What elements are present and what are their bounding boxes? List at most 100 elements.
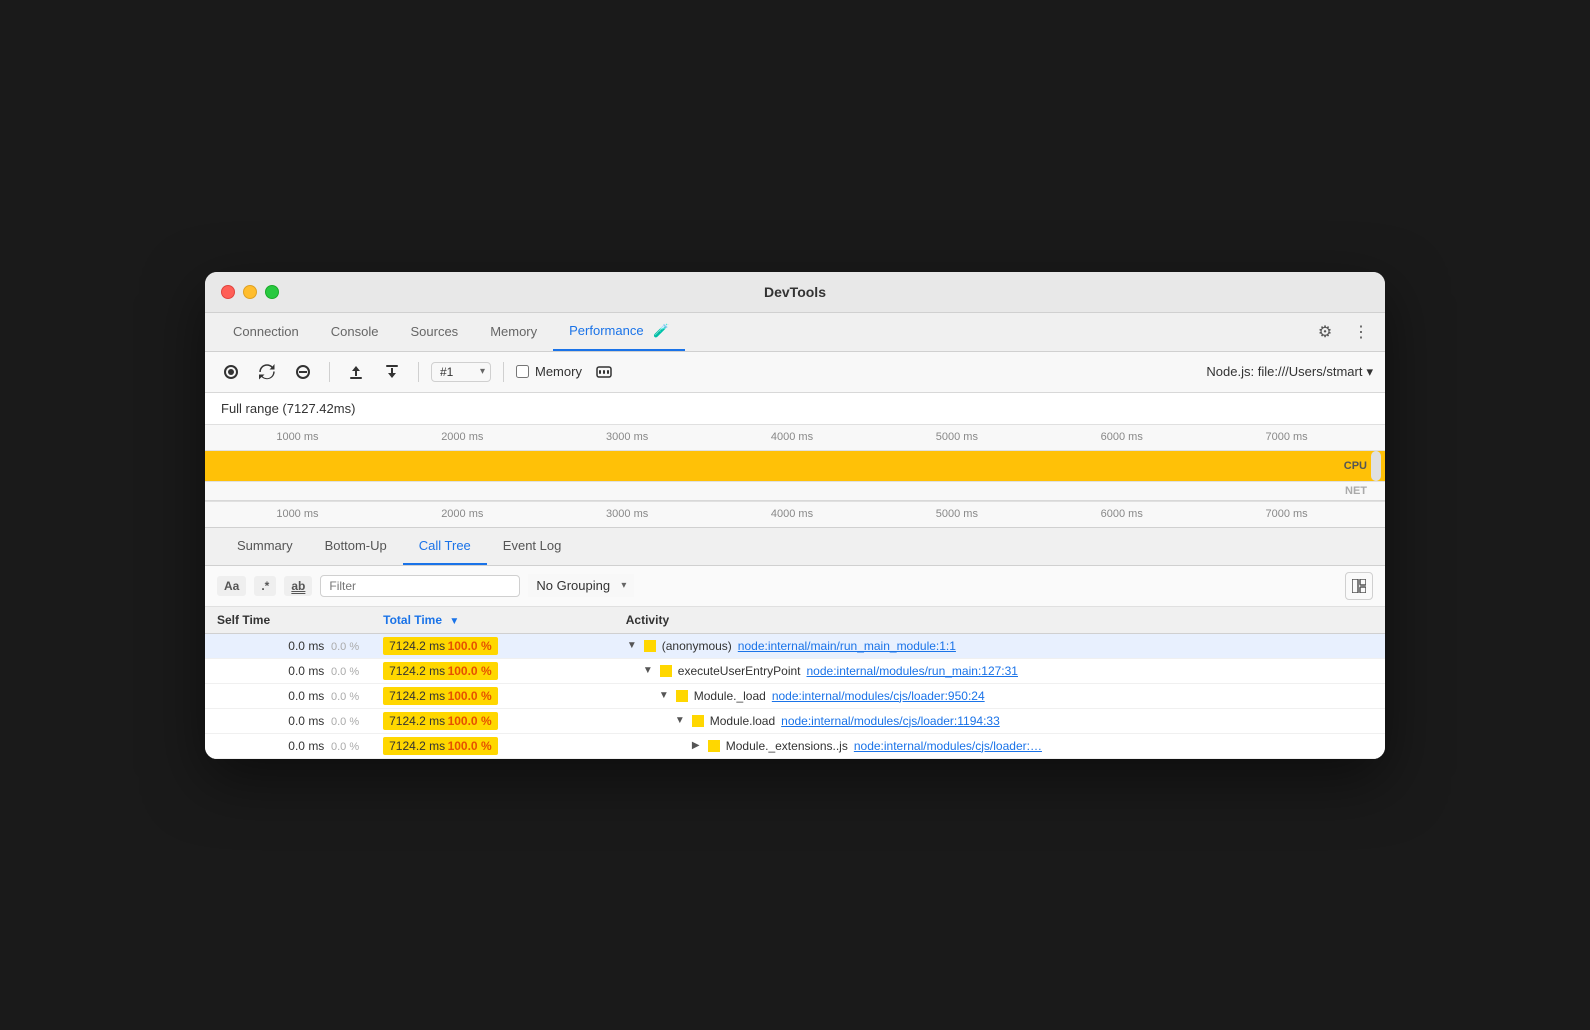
- minimize-button[interactable]: [243, 285, 257, 299]
- mark-b-4000ms: 4000 ms: [710, 508, 875, 520]
- activity-link-1[interactable]: node:internal/main/run_main_module:1:1: [738, 639, 956, 653]
- session-select[interactable]: #1: [431, 362, 491, 382]
- col-self-time[interactable]: Self Time: [205, 607, 371, 634]
- tab-memory[interactable]: Memory: [474, 314, 553, 349]
- memory-checkbox-label[interactable]: Memory: [516, 364, 582, 379]
- tab-call-tree[interactable]: Call Tree: [403, 528, 487, 565]
- grouping-select-wrapper[interactable]: No Grouping By URL By Activity: [528, 574, 634, 597]
- upper-ruler: 1000 ms 2000 ms 3000 ms 4000 ms 5000 ms …: [205, 425, 1385, 451]
- tab-bar-actions: ⚙ ⋮: [1313, 320, 1373, 344]
- tab-bar-tabs: Connection Console Sources Memory Perfor…: [217, 313, 1313, 351]
- devtools-window: DevTools Connection Console Sources Memo…: [205, 272, 1385, 759]
- mark-6000ms: 6000 ms: [1039, 431, 1204, 443]
- cell-activity-2: ▼ executeUserEntryPoint node:internal/mo…: [614, 658, 1385, 683]
- tab-connection[interactable]: Connection: [217, 314, 315, 349]
- toolbar: #1 Memory Node.js: file:///Users/stmart …: [205, 352, 1385, 393]
- cell-total-time-3: 7124.2 ms 100.0 %: [371, 683, 614, 708]
- memory-label: Memory: [535, 364, 582, 379]
- cpu-bar[interactable]: CPU: [205, 451, 1385, 481]
- tree-expand-icon-2[interactable]: ▼: [642, 665, 654, 676]
- mark-2000ms: 2000 ms: [380, 431, 545, 443]
- total-time-badge-1: 7124.2 ms 100.0 %: [383, 637, 498, 655]
- timeline-container: 1000 ms 2000 ms 3000 ms 4000 ms 5000 ms …: [205, 425, 1385, 528]
- mark-b-5000ms: 5000 ms: [874, 508, 1039, 520]
- tab-event-log[interactable]: Event Log: [487, 528, 578, 565]
- total-time-badge-3: 7124.2 ms 100.0 %: [383, 687, 498, 705]
- table-row[interactable]: 0.0 ms 0.0 % 7124.2 ms 100.0 % ▼ Module.…: [205, 683, 1385, 708]
- activity-link-2[interactable]: node:internal/modules/run_main:127:31: [807, 664, 1018, 678]
- case-sensitive-button[interactable]: Aa: [217, 576, 246, 596]
- bottom-tab-bar: Summary Bottom-Up Call Tree Event Log: [205, 528, 1385, 566]
- tab-bar: Connection Console Sources Memory Perfor…: [205, 313, 1385, 352]
- net-label: NET: [1345, 485, 1367, 497]
- settings-icon[interactable]: ⚙: [1313, 320, 1337, 344]
- total-time-badge-5: 7124.2 ms 100.0 %: [383, 737, 498, 755]
- panel-layout-button[interactable]: [1345, 572, 1373, 600]
- traffic-lights: [221, 285, 279, 299]
- cell-total-time-4: 7124.2 ms 100.0 %: [371, 708, 614, 733]
- tree-expand-icon-1[interactable]: ▼: [626, 640, 638, 651]
- tree-expand-icon-5[interactable]: ▶: [690, 740, 702, 751]
- tab-console[interactable]: Console: [315, 314, 395, 349]
- memory-tool-icon[interactable]: [590, 358, 618, 386]
- close-button[interactable]: [221, 285, 235, 299]
- filter-input[interactable]: [320, 575, 520, 597]
- activity-link-4[interactable]: node:internal/modules/cjs/loader:1194:33: [781, 714, 1000, 728]
- maximize-button[interactable]: [265, 285, 279, 299]
- download-button[interactable]: [378, 358, 406, 386]
- separator-3: [503, 362, 504, 382]
- cell-activity-5: ▶ Module._extensions..js node:internal/m…: [614, 733, 1385, 758]
- total-time-badge-2: 7124.2 ms 100.0 %: [383, 662, 498, 680]
- regex-button[interactable]: .*: [254, 576, 276, 596]
- activity-link-5[interactable]: node:internal/modules/cjs/loader:…: [854, 739, 1042, 753]
- tab-performance[interactable]: Performance 🧪: [553, 313, 685, 351]
- whole-word-button[interactable]: ab: [284, 576, 312, 596]
- cpu-label: CPU: [1344, 460, 1367, 472]
- call-tree-table: Self Time Total Time ▼ Activity 0.0 ms: [205, 607, 1385, 759]
- grouping-select[interactable]: No Grouping By URL By Activity: [528, 574, 634, 597]
- range-info: Full range (7127.42ms): [205, 393, 1385, 425]
- tab-sources[interactable]: Sources: [394, 314, 474, 349]
- session-select-wrapper[interactable]: #1: [431, 362, 491, 382]
- clear-button[interactable]: [289, 358, 317, 386]
- table-row[interactable]: 0.0 ms 0.0 % 7124.2 ms 100.0 % ▶ Module.…: [205, 733, 1385, 758]
- net-bar: NET: [205, 481, 1385, 501]
- cell-total-time-2: 7124.2 ms 100.0 %: [371, 658, 614, 683]
- memory-checkbox-input[interactable]: [516, 365, 529, 378]
- cell-activity-3: ▼ Module._load node:internal/modules/cjs…: [614, 683, 1385, 708]
- node-selector[interactable]: Node.js: file:///Users/stmart ▾: [1206, 364, 1373, 380]
- title-bar: DevTools: [205, 272, 1385, 313]
- lower-ruler: 1000 ms 2000 ms 3000 ms 4000 ms 5000 ms …: [205, 501, 1385, 527]
- mark-b-6000ms: 6000 ms: [1039, 508, 1204, 520]
- table-row[interactable]: 0.0 ms 0.0 % 7124.2 ms 100.0 % ▼ execute…: [205, 658, 1385, 683]
- mark-b-1000ms: 1000 ms: [215, 508, 380, 520]
- tab-bottom-up[interactable]: Bottom-Up: [309, 528, 403, 565]
- timeline-scrollbar[interactable]: [1371, 451, 1381, 481]
- mark-b-2000ms: 2000 ms: [380, 508, 545, 520]
- window-title: DevTools: [764, 284, 826, 300]
- table-row[interactable]: 0.0 ms 0.0 % 7124.2 ms 100.0 % ▼ (anonym…: [205, 633, 1385, 658]
- col-activity[interactable]: Activity: [614, 607, 1385, 634]
- record-button[interactable]: [217, 358, 245, 386]
- separator-1: [329, 362, 330, 382]
- activity-link-3[interactable]: node:internal/modules/cjs/loader:950:24: [772, 689, 985, 703]
- table-container[interactable]: Self Time Total Time ▼ Activity 0.0 ms: [205, 607, 1385, 759]
- tab-summary[interactable]: Summary: [221, 528, 309, 565]
- mark-b-3000ms: 3000 ms: [545, 508, 710, 520]
- cell-total-time-5: 7124.2 ms 100.0 %: [371, 733, 614, 758]
- tree-expand-icon-4[interactable]: ▼: [674, 715, 686, 726]
- node-dropdown-icon: ▾: [1366, 364, 1373, 380]
- more-options-icon[interactable]: ⋮: [1349, 320, 1373, 344]
- cell-activity-4: ▼ Module.load node:internal/modules/cjs/…: [614, 708, 1385, 733]
- flask-icon: 🧪: [653, 323, 669, 339]
- col-total-time[interactable]: Total Time ▼: [371, 607, 614, 634]
- cell-self-time-2: 0.0 ms 0.0 %: [205, 658, 371, 683]
- tree-expand-icon-3[interactable]: ▼: [658, 690, 670, 701]
- mark-4000ms: 4000 ms: [710, 431, 875, 443]
- mark-5000ms: 5000 ms: [874, 431, 1039, 443]
- activity-color-icon-3: [676, 690, 688, 702]
- upload-button[interactable]: [342, 358, 370, 386]
- table-row[interactable]: 0.0 ms 0.0 % 7124.2 ms 100.0 % ▼ Module.…: [205, 708, 1385, 733]
- cell-self-time-3: 0.0 ms 0.0 %: [205, 683, 371, 708]
- reload-button[interactable]: [253, 358, 281, 386]
